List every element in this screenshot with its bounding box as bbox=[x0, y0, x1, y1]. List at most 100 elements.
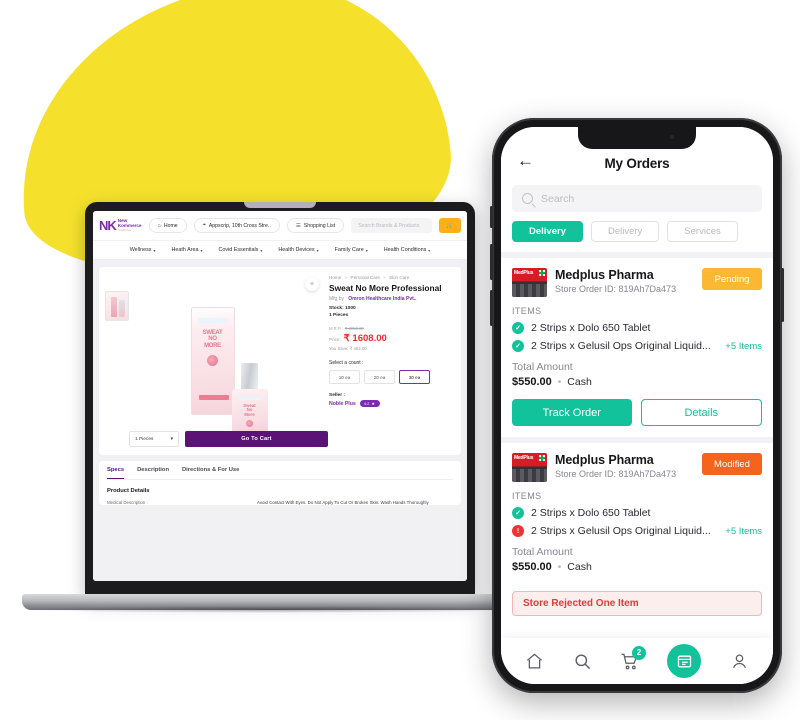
phone-power-button[interactable] bbox=[781, 268, 784, 322]
bottom-tab-bar: 2 bbox=[501, 638, 773, 684]
payment-method: Cash bbox=[567, 561, 592, 573]
tab-specs[interactable]: Specs bbox=[107, 467, 125, 479]
seller-info: Noble Plus 4.2 ★ bbox=[329, 400, 455, 408]
nav-item-covid-essentials[interactable]: Covid Essentials ▾ bbox=[218, 247, 262, 253]
phone-mute-button[interactable] bbox=[490, 206, 493, 228]
check-circle-icon: ✓ bbox=[512, 322, 524, 334]
order-item-row: ✓ 2 Strips x Dolo 650 Tablet bbox=[512, 322, 762, 334]
count-option-20ea[interactable]: 20 ea bbox=[364, 370, 395, 385]
product-details-heading: Product Details bbox=[107, 488, 150, 494]
breadcrumb-separator: > bbox=[383, 275, 386, 280]
shopping-list-label: Shopping List bbox=[303, 222, 336, 229]
go-to-cart-button[interactable]: Go To Cart bbox=[185, 431, 328, 447]
nav-item-health-devices[interactable]: Health Devices ▾ bbox=[278, 247, 318, 253]
filter-delivery[interactable]: Delivery bbox=[590, 221, 660, 242]
phone-volume-down-button[interactable] bbox=[490, 290, 493, 326]
order-header: MedPlus Medplus Pharma Store Order ID: 8… bbox=[512, 453, 762, 482]
order-card[interactable]: MedPlus Medplus Pharma Store Order ID: 8… bbox=[501, 443, 773, 584]
total-amount-row: $550.00 • Cash bbox=[512, 561, 762, 573]
location-selector[interactable]: ⌖ Appscrip, 10th Cross Stre.. bbox=[193, 218, 280, 233]
details-button[interactable]: Details bbox=[640, 399, 762, 426]
order-card[interactable]: MedPlus Medplus Pharma Store Order ID: 8… bbox=[501, 258, 773, 437]
chevron-down-icon: ▾ bbox=[260, 247, 263, 253]
home-button[interactable]: ⌂ Home bbox=[148, 218, 187, 233]
more-items-link[interactable]: +5 Items bbox=[725, 526, 762, 537]
filter-delivery-active[interactable]: Delivery bbox=[512, 221, 583, 242]
breadcrumb-item-skin-care[interactable]: Skin Care bbox=[389, 275, 409, 280]
search-icon[interactable] bbox=[573, 652, 592, 671]
home-icon[interactable] bbox=[525, 652, 544, 671]
breadcrumb-item-home[interactable]: Home bbox=[329, 275, 341, 280]
detail-key: Medical Description : bbox=[107, 500, 148, 505]
star-icon: ★ bbox=[371, 401, 375, 407]
count-options: 10 ea 20 ea 30 ea bbox=[329, 370, 455, 385]
seller-name[interactable]: Noble Plus bbox=[329, 401, 356, 407]
bottle-logo-bar bbox=[238, 397, 261, 400]
heart-icon[interactable]: ♥ bbox=[305, 277, 319, 291]
nav-item-health-conditions[interactable]: Health Conditions ▾ bbox=[384, 247, 431, 253]
nav-item-family-care[interactable]: Family Care ▾ bbox=[335, 247, 368, 253]
manufacturer-value[interactable]: Omron Healthcare India Pvt.. bbox=[348, 296, 416, 302]
brand-text: New Kommerce healthcare bbox=[118, 219, 142, 231]
orders-icon[interactable] bbox=[667, 644, 702, 678]
filter-services[interactable]: Services bbox=[667, 221, 738, 242]
nav-item-heath-area[interactable]: Heath Area ▾ bbox=[171, 247, 202, 253]
total-amount-label: Total Amount bbox=[512, 546, 573, 558]
cart-button[interactable]: 🛒 bbox=[439, 218, 461, 233]
laptop-shadow bbox=[30, 606, 516, 613]
order-item-text: 2 Strips x Dolo 650 Tablet bbox=[531, 507, 651, 519]
count-option-30ea[interactable]: 30 ea bbox=[399, 370, 430, 385]
laptop-mockup: NK New Kommerce healthcare ⌂ Home ⌖ Apps bbox=[22, 202, 522, 632]
product-mrp: M.R.P. : ₹ 2050.00 bbox=[329, 326, 455, 331]
order-store-info: Medplus Pharma Store Order ID: 819Ah7Da4… bbox=[555, 453, 694, 479]
phone-notch bbox=[578, 127, 696, 149]
laptop-notch bbox=[244, 202, 316, 208]
order-item-row: ✓ 2 Strips x Gelusil Ops Original Liquid… bbox=[512, 340, 762, 352]
search-icon bbox=[522, 193, 533, 204]
order-actions: Track Order Details bbox=[512, 399, 762, 426]
quantity-select[interactable]: 1 Pieces ▾ bbox=[129, 431, 179, 447]
breadcrumb: Home > Personal Care > Skin Care bbox=[329, 275, 455, 280]
cart-icon[interactable]: 2 bbox=[620, 645, 646, 671]
product-thumbnail[interactable] bbox=[105, 291, 129, 321]
status-badge: Modified bbox=[702, 453, 762, 475]
box-title: SWEAT NO MORE bbox=[202, 330, 223, 349]
detail-value: Avoid Contact With Eyes. Do Not Apply To… bbox=[257, 500, 429, 505]
tab-directions[interactable]: Directions & For Use bbox=[182, 467, 239, 479]
more-items-link[interactable]: +5 Items bbox=[725, 341, 762, 352]
nav-item-wellness[interactable]: Wellness ▾ bbox=[130, 247, 156, 253]
order-item-text: 2 Strips x Dolo 650 Tablet bbox=[531, 322, 651, 334]
tab-description[interactable]: Description bbox=[137, 467, 169, 479]
dot-separator: • bbox=[557, 561, 562, 573]
web-search-placeholder: Search Brands & Products bbox=[358, 222, 420, 229]
order-item-row: ✓ 2 Strips x Dolo 650 Tablet bbox=[512, 507, 762, 519]
laptop-lid: NK New Kommerce healthcare ⌂ Home ⌖ Apps bbox=[85, 202, 475, 597]
product-tabs-card: Specs Description Directions & For Use P… bbox=[99, 461, 461, 505]
product-details-row: Medical Description : Avoid Contact With… bbox=[107, 500, 453, 505]
box-foot-bar bbox=[198, 395, 229, 400]
web-search-input[interactable]: Search Brands & Products bbox=[351, 218, 432, 233]
count-option-10ea[interactable]: 10 ea bbox=[329, 370, 360, 385]
store-logo: MedPlus bbox=[512, 453, 547, 482]
page-title: My Orders bbox=[604, 156, 670, 171]
medical-cross-icon bbox=[539, 270, 545, 276]
product-price: Price: ₹ 1608.00 bbox=[329, 333, 455, 344]
total-amount-value: $550.00 bbox=[512, 561, 552, 573]
phone-volume-up-button[interactable] bbox=[490, 244, 493, 280]
nav-label: Covid Essentials bbox=[218, 247, 259, 253]
web-nav: Wellness ▾ Heath Area ▾ Covid Essentials… bbox=[93, 241, 467, 260]
profile-icon[interactable] bbox=[730, 652, 749, 671]
chevron-down-icon: ▾ bbox=[316, 247, 319, 253]
track-order-button[interactable]: Track Order bbox=[512, 399, 632, 426]
breadcrumb-item-personal-care[interactable]: Personal Care bbox=[351, 275, 380, 280]
storefront-image bbox=[512, 284, 547, 297]
search-input[interactable]: Search bbox=[512, 185, 762, 212]
order-item-row: ! 2 Strips x Gelusil Ops Original Liquid… bbox=[512, 525, 762, 537]
web-header: NK New Kommerce healthcare ⌂ Home ⌖ Apps bbox=[93, 211, 467, 241]
quantity-value: 1 Pieces bbox=[135, 436, 154, 442]
product-title: Sweat No More Professional bbox=[329, 283, 442, 293]
brand-logo[interactable]: NK New Kommerce healthcare bbox=[99, 219, 142, 232]
manufacturer-label: Mfg by : bbox=[329, 296, 347, 303]
store-name: Medplus Pharma bbox=[555, 453, 654, 467]
shopping-list-button[interactable]: ☰ Shopping List bbox=[286, 218, 345, 233]
